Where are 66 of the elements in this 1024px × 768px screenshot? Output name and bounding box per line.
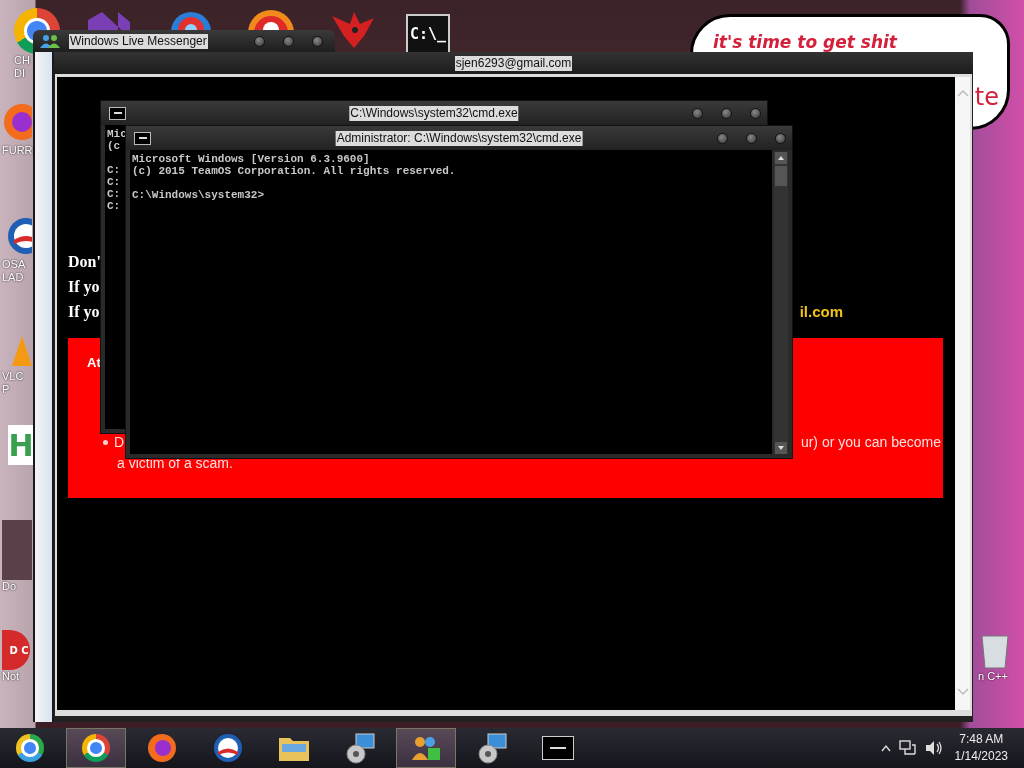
terminal-icon <box>542 736 574 760</box>
desktop-icon-label: OSA <box>2 258 26 271</box>
console-text: C:\Windows\system32> <box>132 189 265 201</box>
window-control-button[interactable] <box>750 107 761 119</box>
console-text: (c) 2015 TeamOS Corporation. All rights reserved. <box>132 165 456 177</box>
scrollbar[interactable] <box>774 152 788 454</box>
message-text: If yo <box>68 277 100 296</box>
console-text: C: <box>107 188 121 200</box>
account-email: sjen6293@gmail.com <box>454 55 573 71</box>
alert-text: D <box>114 434 125 450</box>
window-control-button[interactable] <box>312 35 323 47</box>
console-text: C: <box>107 200 121 212</box>
console-text: Mic <box>107 128 127 140</box>
desktop-icon-label: VLC <box>2 370 24 383</box>
clock-date: 1/14/2023 <box>954 748 1008 765</box>
console-text: C: <box>107 176 121 188</box>
console-text: (c <box>107 140 121 152</box>
tricolor-ring-icon <box>82 734 110 762</box>
desktop-icon-label: Do <box>2 580 17 593</box>
window-control-button[interactable] <box>254 35 265 47</box>
people-icon <box>410 734 442 762</box>
people-icon <box>39 33 61 49</box>
desktop-icon-label: Not <box>2 670 20 683</box>
desktop-icon-label: LAD <box>2 271 24 284</box>
alert-heading: At <box>87 355 101 370</box>
window-control-button[interactable] <box>721 107 732 119</box>
window-control-button[interactable] <box>746 132 757 144</box>
arrow-up-icon[interactable] <box>775 152 787 164</box>
message-text: Don' <box>68 252 101 271</box>
desktop-icon-label: n C++ <box>978 670 1008 683</box>
console-text: C: <box>107 164 121 176</box>
window-control-button[interactable] <box>692 107 703 119</box>
clock[interactable]: 7:48 AM 1/14/2023 <box>950 731 1012 765</box>
desktop-icon-label: DI <box>14 67 25 80</box>
alert-text: ur) or you can become <box>800 434 942 450</box>
desktop-icon-label: CH <box>14 54 30 67</box>
bubble-text: te <box>974 83 999 111</box>
bullet-icon <box>103 439 108 445</box>
window-control-button[interactable] <box>775 132 786 144</box>
installer-icon <box>476 732 508 764</box>
message-text: If yo <box>68 302 100 321</box>
tricolor-ring-icon <box>16 734 44 762</box>
globe-icon <box>147 733 177 763</box>
installer-icon <box>344 732 376 764</box>
volume-icon[interactable] <box>924 740 943 756</box>
window-title: Administrator: C:\Windows\system32\cmd.exe <box>335 130 583 146</box>
terminal-icon[interactable]: C:\_ <box>406 14 450 54</box>
bird-icon[interactable] <box>330 10 376 50</box>
bubble-text: it's time to get shit <box>713 32 897 52</box>
desktop-icon-label: P <box>2 383 10 396</box>
clock-time: 7:48 AM <box>959 731 1004 748</box>
arrow-down-icon[interactable] <box>775 442 787 454</box>
desktop-icon-label: FURR <box>2 144 33 157</box>
scroll-thumb[interactable] <box>775 166 787 186</box>
window-title: C:\Windows\system32\cmd.exe <box>349 105 519 121</box>
sunrise-logo-icon <box>213 733 243 763</box>
terminal-icon <box>109 106 126 120</box>
email-text: il.com <box>799 303 843 320</box>
console-text: Microsoft Windows [Version 6.3.9600] <box>132 153 370 165</box>
window-control-button[interactable] <box>283 35 294 47</box>
window-title: Windows Live Messenger <box>69 33 208 49</box>
chevron-up-icon[interactable] <box>880 744 891 752</box>
taskbar-button[interactable] <box>66 728 126 768</box>
network-icon[interactable] <box>898 740 917 756</box>
terminal-icon <box>134 131 151 145</box>
window-control-button[interactable] <box>717 132 728 144</box>
